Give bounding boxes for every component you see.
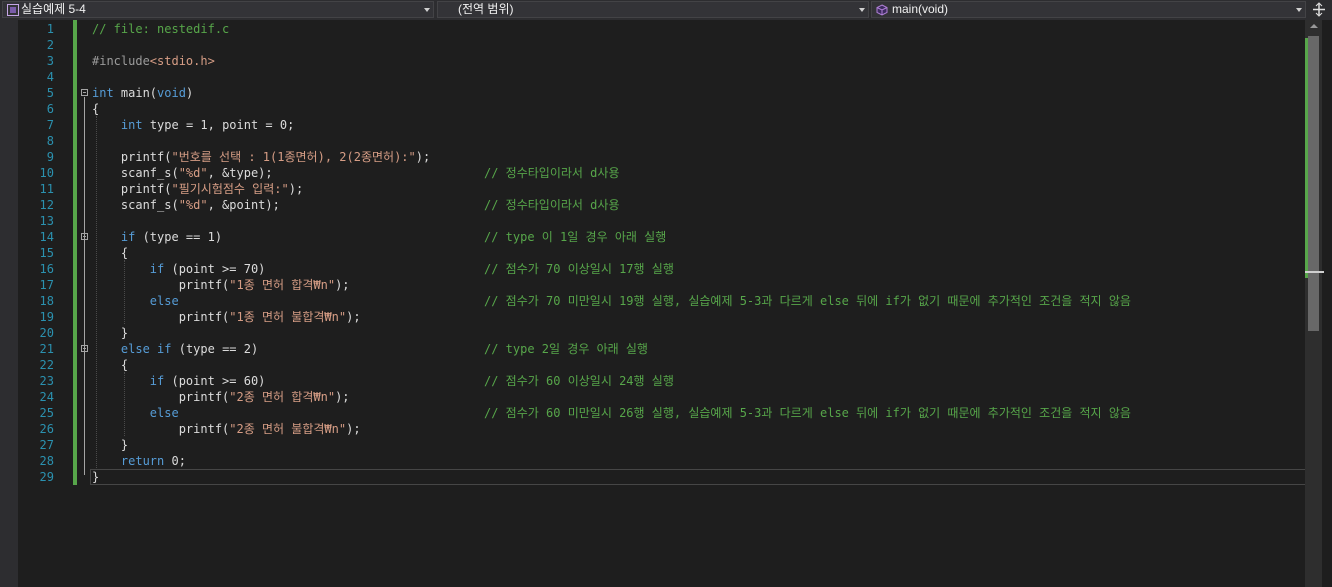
- line-number: 5: [46, 86, 54, 100]
- code-line[interactable]: int type = 1, point = 0;: [92, 117, 294, 133]
- line-number: 2: [46, 38, 54, 52]
- code-line[interactable]: if (type == 1): [92, 229, 222, 245]
- line-number: 14: [39, 230, 54, 244]
- vertical-scrollbar[interactable]: [1305, 20, 1324, 587]
- project-icon: [7, 4, 19, 16]
- line-number: 26: [39, 422, 54, 436]
- fold-range-line: [84, 97, 85, 475]
- member-label: main(void): [892, 2, 949, 16]
- code-line[interactable]: scanf_s("%d", &point);: [92, 197, 280, 213]
- code-line[interactable]: printf("번호를 선택 : 1(1종면허), 2(2종면허):");: [92, 149, 430, 165]
- code-line[interactable]: scanf_s("%d", &type);: [92, 165, 273, 181]
- line-number: 12: [39, 198, 54, 212]
- code-comment[interactable]: // 점수가 70 미만일시 19행 실행, 실습예제 5-3과 다르게 els…: [484, 293, 1131, 309]
- line-number: 24: [39, 390, 54, 404]
- line-number: 4: [46, 70, 54, 84]
- line-number: 22: [39, 358, 54, 372]
- current-line-highlight: [90, 469, 1306, 485]
- code-line[interactable]: printf("1종 면허 합격₩n");: [92, 277, 350, 293]
- code-comment[interactable]: // 점수가 60 이상일시 24행 실행: [484, 373, 674, 389]
- code-line[interactable]: #include<stdio.h>: [92, 53, 215, 69]
- collapse-toggle-if-type-1[interactable]: [81, 233, 88, 240]
- line-number: 9: [46, 150, 54, 164]
- code-comment[interactable]: // 정수타입이라서 d사용: [484, 165, 619, 181]
- navigation-bar: 실습예제 5-4 (전역 범위) main(void): [0, 0, 1332, 21]
- project-dropdown[interactable]: 실습예제 5-4: [2, 1, 434, 18]
- line-number: 8: [46, 134, 54, 148]
- code-line[interactable]: return 0;: [92, 453, 186, 469]
- change-marker: [1305, 38, 1308, 278]
- line-number: 16: [39, 262, 54, 276]
- collapse-toggle-else-if-type-2[interactable]: [81, 345, 88, 352]
- code-line[interactable]: if (point >= 60): [92, 373, 266, 389]
- scope-dropdown[interactable]: (전역 범위): [437, 1, 869, 18]
- code-line[interactable]: else if (type == 2): [92, 341, 258, 357]
- split-window-button[interactable]: [1307, 1, 1331, 18]
- line-number: 1: [46, 22, 54, 36]
- line-number: 19: [39, 310, 54, 324]
- code-comment[interactable]: // type 2일 경우 아래 실행: [484, 341, 648, 357]
- scrollbar-thumb[interactable]: [1308, 36, 1319, 331]
- project-label: 실습예제 5-4: [21, 2, 86, 16]
- split-icon: [1313, 2, 1325, 17]
- code-editor[interactable]: 1 2 3 4 5 6 7 8 9 10 11 12 13 14 15 16 17 18 19 20 21 22 23 24 2…: [0, 20, 1332, 587]
- line-number: 23: [39, 374, 54, 388]
- line-number: 20: [39, 326, 54, 340]
- line-number: 3: [46, 54, 54, 68]
- code-line[interactable]: {: [92, 101, 99, 117]
- line-number: 27: [39, 438, 54, 452]
- line-number: 13: [39, 214, 54, 228]
- line-number: 25: [39, 406, 54, 420]
- code-line[interactable]: printf("필기시험점수 입력:");: [92, 181, 303, 197]
- method-cube-icon: [876, 4, 888, 16]
- caret-position-marker: [1305, 271, 1324, 273]
- line-number: 29: [39, 470, 54, 484]
- code-line[interactable]: else: [92, 293, 179, 309]
- code-line[interactable]: int main(void): [92, 85, 193, 101]
- code-line[interactable]: // file: nestedif.c: [92, 21, 229, 37]
- line-number: 17: [39, 278, 54, 292]
- change-tracking-bar: [73, 20, 77, 485]
- code-line[interactable]: }: [92, 437, 128, 453]
- code-line[interactable]: else: [92, 405, 179, 421]
- code-line[interactable]: }: [92, 469, 99, 485]
- line-number: 15: [39, 246, 54, 260]
- line-number: 6: [46, 102, 54, 116]
- line-number: 21: [39, 342, 54, 356]
- code-line[interactable]: {: [92, 357, 128, 373]
- code-line[interactable]: printf("2종 면허 불합격₩n");: [92, 421, 361, 437]
- scope-label: (전역 범위): [458, 2, 514, 16]
- glyph-margin: [0, 20, 18, 587]
- code-comment[interactable]: // 점수가 60 미만일시 26행 실행, 실습예제 5-3과 다르게 els…: [484, 405, 1131, 421]
- code-comment[interactable]: // 정수타입이라서 d사용: [484, 197, 619, 213]
- code-line[interactable]: }: [92, 325, 128, 341]
- code-comment[interactable]: // 점수가 70 이상일시 17행 실행: [484, 261, 674, 277]
- chevron-down-icon: [1296, 8, 1302, 12]
- line-number: 10: [39, 166, 54, 180]
- collapse-toggle-main[interactable]: [81, 89, 88, 96]
- line-number: 18: [39, 294, 54, 308]
- code-line[interactable]: printf("1종 면허 불합격₩n");: [92, 309, 361, 325]
- code-line[interactable]: if (point >= 70): [92, 261, 266, 277]
- code-line[interactable]: printf("2종 면허 합격₩n");: [92, 389, 350, 405]
- line-number: 11: [39, 182, 54, 196]
- line-number: 7: [46, 118, 54, 132]
- line-number: 28: [39, 454, 54, 468]
- scroll-up-arrow-icon[interactable]: [1310, 24, 1318, 28]
- member-dropdown[interactable]: main(void): [871, 1, 1306, 18]
- code-comment[interactable]: // type 이 1일 경우 아래 실행: [484, 229, 666, 245]
- chevron-down-icon: [424, 8, 430, 12]
- code-line[interactable]: {: [92, 245, 128, 261]
- chevron-down-icon: [859, 8, 865, 12]
